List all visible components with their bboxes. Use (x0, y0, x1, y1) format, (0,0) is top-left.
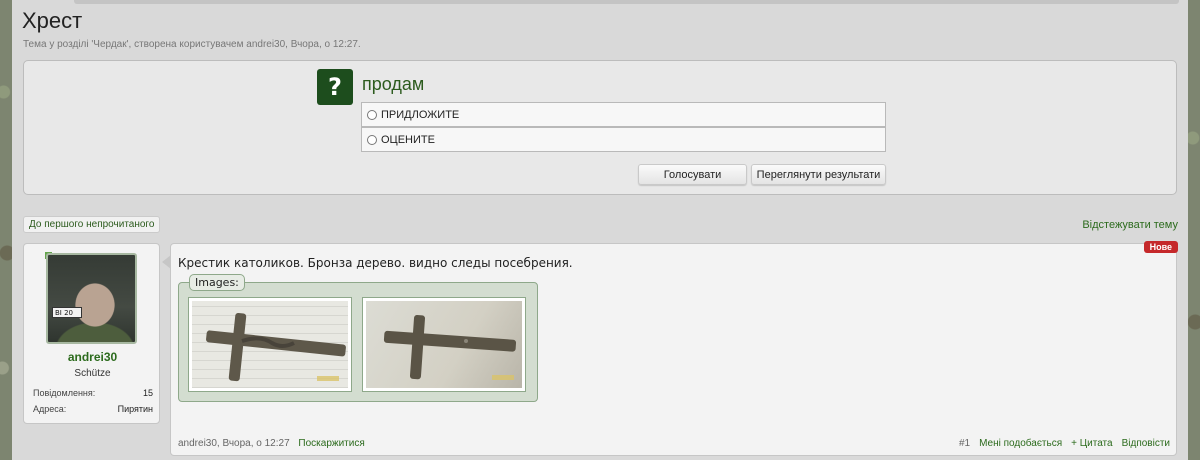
poll-option-label: ПРИДЛОЖИТЕ (381, 108, 460, 121)
report-link[interactable]: Поскаржитися (298, 438, 364, 449)
poll-option-1[interactable]: ПРИДЛОЖИТЕ (361, 102, 886, 127)
author-user-title: Schütze (74, 368, 111, 379)
avatar[interactable]: BI 20 (46, 253, 137, 344)
stat-value: Пирятин (117, 404, 153, 414)
header-strip (74, 0, 1179, 4)
cross-image (383, 315, 517, 380)
page-container: Хрест Тема у розділі 'Чердак', створена … (12, 0, 1188, 460)
cross-photo-2 (366, 301, 522, 388)
quote-link[interactable]: + Цитата (1071, 438, 1112, 449)
avatar-plate-text: BI 20 (52, 307, 82, 318)
post-meta: andrei30, Вчора, о 12:27 Поскаржитися (178, 438, 365, 449)
attachment-thumbnail-2[interactable] (362, 297, 526, 392)
camo-border-left (0, 0, 12, 460)
author-username[interactable]: andrei30 (24, 350, 161, 364)
stat-address: Адреса: Пирятин (33, 404, 153, 414)
view-results-button[interactable]: Переглянути результати (751, 164, 886, 185)
images-attachment-box: Images: (178, 274, 538, 402)
attachment-thumbnail-1[interactable] (188, 297, 352, 392)
post-number[interactable]: #1 (959, 438, 970, 449)
watch-thread-link[interactable]: Відстежувати тему (1082, 219, 1178, 231)
poll-container: ? продам ПРИДЛОЖИТЕ ОЦЕНИТЕ Голосувати П… (23, 60, 1177, 195)
new-badge: Нове (1143, 241, 1178, 253)
poll-question: продам (362, 74, 425, 94)
page-title: Хрест (22, 8, 83, 33)
author-info-card: BI 20 andrei30 Schütze Повідомлення: 15 … (23, 243, 160, 424)
question-mark-icon: ? (317, 69, 353, 105)
post-author-time[interactable]: andrei30, Вчора, о 12:27 (178, 438, 290, 449)
camo-border-right (1188, 0, 1200, 460)
thread-meta: Тема у розділі 'Чердак', створена корист… (23, 39, 361, 50)
post-actions: #1 Мені подобається + Цитата Відповісти (959, 438, 1170, 449)
stat-value[interactable]: 15 (143, 388, 153, 398)
cross-image (206, 312, 346, 382)
reply-link[interactable]: Відповісти (1122, 438, 1170, 449)
images-legend: Images: (189, 274, 245, 291)
radio-button[interactable] (367, 109, 377, 120)
poll-option-2[interactable]: ОЦЕНИТЕ (361, 127, 886, 152)
stat-label: Повідомлення: (33, 388, 96, 398)
first-unread-button[interactable]: До першого непрочитаного (23, 216, 161, 233)
poll-option-label: ОЦЕНИТЕ (381, 133, 435, 146)
radio-button[interactable] (367, 134, 377, 145)
vote-button[interactable]: Голосувати (638, 164, 747, 185)
cross-photo-1 (192, 301, 348, 388)
like-link[interactable]: Мені подобається (979, 438, 1062, 449)
post-container: Нове Крестик католиков. Бронза дерево. в… (170, 241, 1178, 456)
post-message-text: Крестик католиков. Бронза дерево. видно … (178, 256, 573, 270)
stat-messages: Повідомлення: 15 (33, 388, 153, 398)
stat-label: Адреса: (33, 404, 67, 414)
